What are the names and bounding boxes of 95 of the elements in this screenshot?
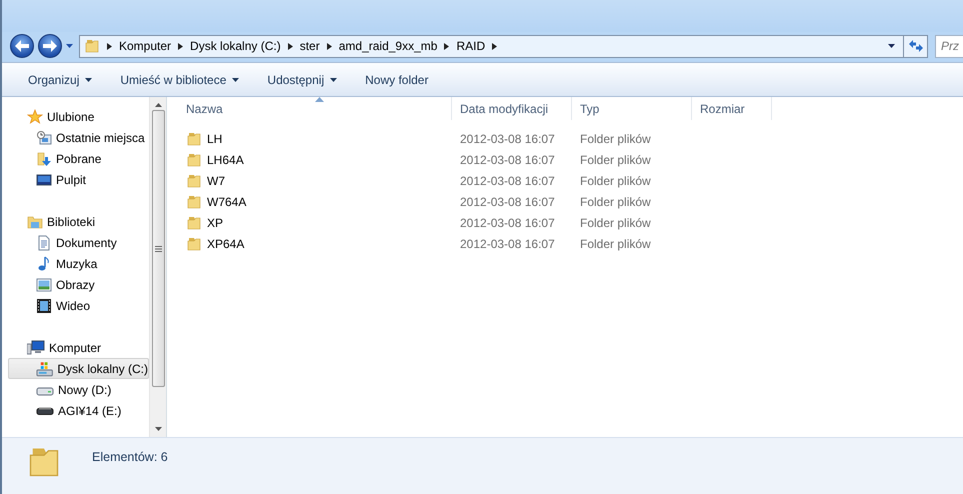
back-button[interactable] [10, 34, 34, 58]
chevron-icon [107, 42, 112, 50]
nav-item[interactable]: Wideo [8, 295, 149, 316]
type-cell: Folder plików [580, 174, 651, 188]
date-cell: 2012-03-08 16:07 [460, 216, 555, 230]
library-icon [27, 214, 43, 230]
file-name: XP64A [207, 236, 244, 250]
file-row[interactable]: XP 2012-03-08 16:07 Folder plików [178, 212, 963, 233]
file-row[interactable]: W7 2012-03-08 16:07 Folder plików [178, 170, 963, 191]
document-icon [36, 234, 52, 250]
nav-item[interactable]: Pulpit [8, 169, 149, 190]
file-row[interactable]: LH64A 2012-03-08 16:07 Folder plików [178, 149, 963, 170]
history-dropdown[interactable] [66, 44, 73, 48]
refresh-button[interactable] [903, 34, 928, 58]
folder-arrow-icon [36, 150, 52, 166]
toolbar-button[interactable]: Umieść w bibliotece [112, 68, 248, 90]
nav-item[interactable]: Komputer [8, 337, 149, 358]
column-header[interactable]: Typ [572, 97, 692, 120]
nav-item[interactable]: Muzyka [8, 253, 149, 274]
date-cell: 2012-03-08 16:07 [460, 236, 555, 250]
scrollbar[interactable] [149, 97, 166, 437]
caret-icon [330, 78, 338, 82]
hard-drive-icon [36, 360, 54, 376]
file-name: LH [207, 132, 222, 146]
nav-item[interactable]: AGI¥14 (E:) [8, 400, 149, 421]
address-bar[interactable]: Komputer Dysk lokalny (C:) ster amd_raid_9xx_mb RAID [79, 34, 904, 58]
breadcrumb[interactable]: Komputer [119, 39, 172, 53]
type-cell: Folder plików [580, 132, 651, 146]
forward-button[interactable] [38, 34, 62, 58]
folder-icon [186, 194, 202, 210]
breadcrumb[interactable]: Dysk lokalny (C:) [190, 39, 281, 53]
folder-icon [186, 130, 202, 146]
film-icon [36, 298, 52, 314]
date-cell: 2012-03-08 16:07 [460, 132, 555, 146]
file-name: LH64A [207, 152, 244, 166]
date-cell: 2012-03-08 16:07 [460, 152, 555, 166]
file-name: W7 [207, 174, 225, 188]
folder-icon [186, 172, 202, 188]
nav-item[interactable]: Dokumenty [8, 232, 149, 253]
item-count: Elementów: 6 [92, 450, 168, 464]
type-cell: Folder plików [580, 152, 651, 166]
type-cell: Folder plików [580, 194, 651, 208]
scroll-up-icon[interactable] [154, 103, 162, 107]
folder-icon [186, 236, 202, 252]
column-header[interactable]: Rozmiar [692, 97, 772, 120]
nav-item[interactable]: Pobrane [8, 148, 149, 169]
breadcrumb[interactable]: ster [300, 39, 320, 53]
nav-item[interactable]: Ulubione [8, 106, 149, 127]
nav-item[interactable]: Nowy (D:) [8, 379, 149, 400]
type-cell: Folder plików [580, 216, 651, 230]
chevron-icon [178, 42, 184, 50]
star-icon [27, 108, 43, 124]
breadcrumb[interactable]: amd_raid_9xx_mb [338, 39, 438, 53]
nav-item[interactable]: Biblioteki [8, 211, 149, 232]
column-header[interactable]: Data modyfikacji [452, 97, 572, 120]
monitor-icon [36, 172, 52, 188]
music-note-icon [36, 256, 52, 272]
folder-icon [84, 38, 100, 54]
folder-icon [186, 214, 202, 230]
forward-arrow-icon [43, 40, 57, 52]
search-field[interactable]: Prz [935, 34, 963, 58]
file-row[interactable]: W764A 2012-03-08 16:07 Folder plików [178, 191, 963, 212]
scroll-down-icon[interactable] [154, 427, 162, 431]
column-header[interactable]: Nazwa [178, 97, 452, 120]
drive-icon [36, 406, 54, 414]
date-cell: 2012-03-08 16:07 [460, 174, 555, 188]
nav-item[interactable]: Ostatnie miejsca [8, 127, 149, 148]
picture-icon [36, 276, 52, 292]
chevron-icon [326, 42, 332, 50]
caret-icon [232, 78, 240, 82]
caret-icon [66, 44, 73, 48]
computer-icon [27, 340, 45, 356]
back-arrow-icon [15, 40, 29, 52]
nav-item[interactable]: Obrazy [8, 274, 149, 295]
file-name: W764A [207, 194, 246, 208]
caret-icon [888, 44, 895, 48]
toolbar-button[interactable]: Udostępnij [259, 68, 346, 90]
file-row[interactable]: XP64A 2012-03-08 16:07 Folder plików [178, 233, 963, 254]
type-cell: Folder plików [580, 236, 651, 250]
date-cell: 2012-03-08 16:07 [460, 194, 555, 208]
chevron-icon [444, 42, 450, 50]
file-row[interactable]: LH 2012-03-08 16:07 Folder plików [178, 128, 963, 149]
file-name: XP [207, 216, 224, 230]
chevron-icon [288, 42, 293, 50]
refresh-icon [908, 39, 924, 53]
breadcrumb[interactable]: RAID [456, 39, 486, 53]
sort-arrow-icon [314, 97, 324, 102]
grip-icon [154, 246, 162, 252]
caret-icon [85, 78, 92, 82]
nav-item[interactable]: Dysk lokalny (C:) [8, 358, 149, 379]
folder-icon [186, 152, 202, 168]
chevron-icon [492, 42, 498, 50]
toolbar-button[interactable]: Organizuj [20, 68, 100, 90]
window-clock-icon [36, 130, 52, 146]
toolbar-button[interactable]: Nowy folder [357, 68, 436, 90]
